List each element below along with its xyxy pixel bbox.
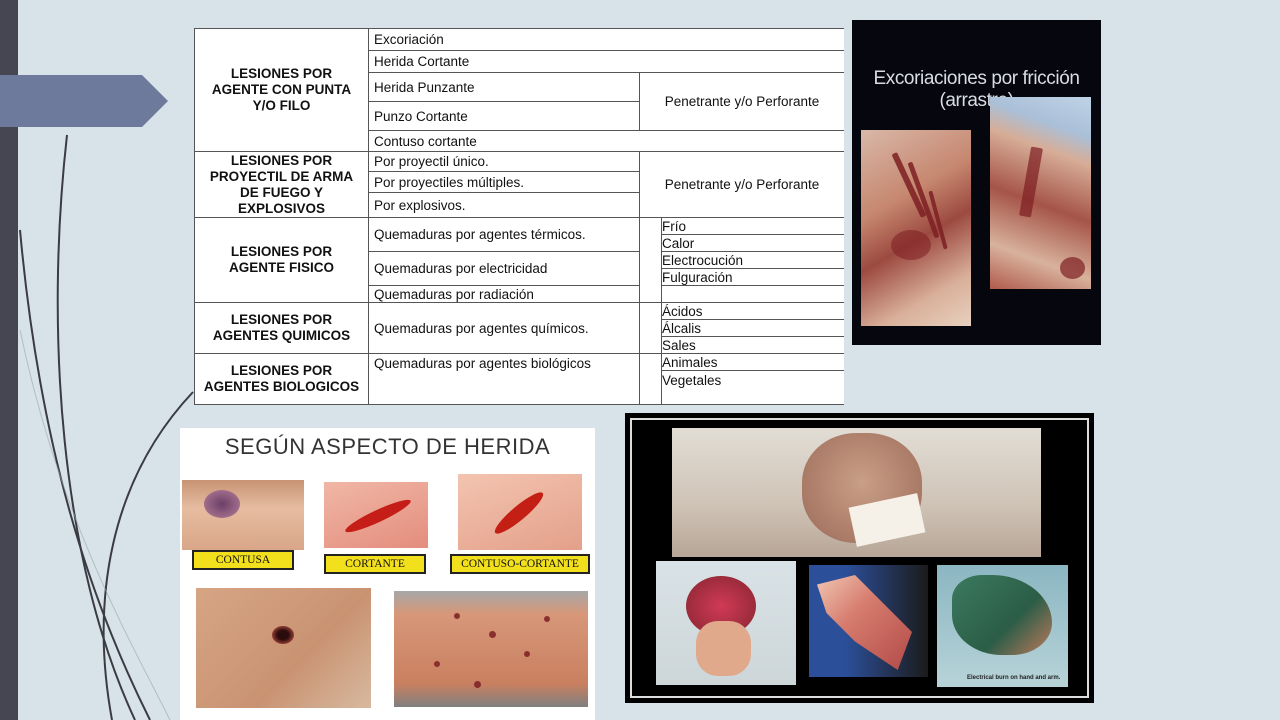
cut-image [324,482,428,548]
item-radiacion: Quemaduras por radiación [368,285,640,303]
category-physical-agent: LESIONES POR AGENTE FISICO [194,217,369,303]
burn-injuries-photo: Electrical burn on hand and arm. [625,413,1094,703]
wound-aspect-photo: SEGÚN ASPECTO DE HERIDA CONTUSA CORTANTE… [180,428,595,720]
sub-electrocucion: Electrocución [660,251,844,269]
contused-cut-image [458,474,582,550]
burned-face-image [672,428,1041,557]
category-biological-agent: LESIONES POR AGENTES BIOLOGICOS [194,353,369,405]
wound-aspect-title: SEGÚN ASPECTO DE HERIDA [224,434,551,459]
item-herida-cortante: Herida Cortante [367,50,844,73]
sub-acidos: Ácidos [660,302,844,320]
excoriation-skin-left [861,130,971,326]
excoriation-photo: Excoriaciones por fricción (arrastre) [852,20,1101,345]
label-contuso-cortante: CONTUSO-CORTANTE [450,554,590,574]
item-proyectil-unico: Por proyectil único. [368,151,640,172]
scalp-burn-image [656,561,796,685]
contusion-image [182,480,304,550]
item-contuso-cortante: Contuso cortante [367,130,844,152]
excoriation-skin-right [990,97,1091,289]
item-agentes-termicos: Quemaduras por agentes térmicos. [368,217,640,252]
sub-vegetales: Vegetales [660,370,844,405]
note-penetrante-1: Penetrante y/o Perforante [638,72,844,131]
item-excoriacion: Excoriación [367,28,844,51]
hand-burn-caption: Electrical burn on hand and arm. [967,675,1061,681]
label-cortante: CORTANTE [324,554,426,574]
sub-animales: Animales [660,353,844,371]
sub-sales: Sales [660,336,844,354]
item-electricidad: Quemaduras por electricidad [368,251,640,286]
sub-frio: Frío [660,217,844,235]
note-penetrante-2: Penetrante y/o Perforante [638,151,844,218]
lesion-classification-table: LESIONES POR AGENTE CON PUNTA Y/O FILO E… [194,28,844,405]
leg-burn-image [809,565,928,677]
item-proyectiles-multiples: Por proyectiles múltiples. [368,171,640,193]
hand-burn-image: Electrical burn on hand and arm. [937,565,1068,687]
sub-fulguracion: Fulguración [660,268,844,286]
sub-alcalis: Álcalis [660,319,844,337]
item-punzo-cortante: Punzo Cortante [368,101,640,131]
item-explosivos: Por explosivos. [368,192,640,218]
multiple-wounds-image [394,591,588,707]
item-agentes-biologicos: Quemaduras por agentes biológicos [368,353,640,405]
category-firearm: LESIONES POR PROYECTIL DE ARMA DE FUEGO … [194,151,369,218]
label-contusa: CONTUSA [192,550,294,570]
category-chemical-agent: LESIONES POR AGENTES QUIMICOS [194,302,369,354]
puncture-wound-image [196,588,371,708]
sub-calor: Calor [660,234,844,252]
category-sharp-agent: LESIONES POR AGENTE CON PUNTA Y/O FILO [194,28,369,152]
item-herida-punzante: Herida Punzante [368,72,640,102]
title-arrow-shape [0,75,168,127]
item-agentes-quimicos: Quemaduras por agentes químicos. [368,302,640,354]
